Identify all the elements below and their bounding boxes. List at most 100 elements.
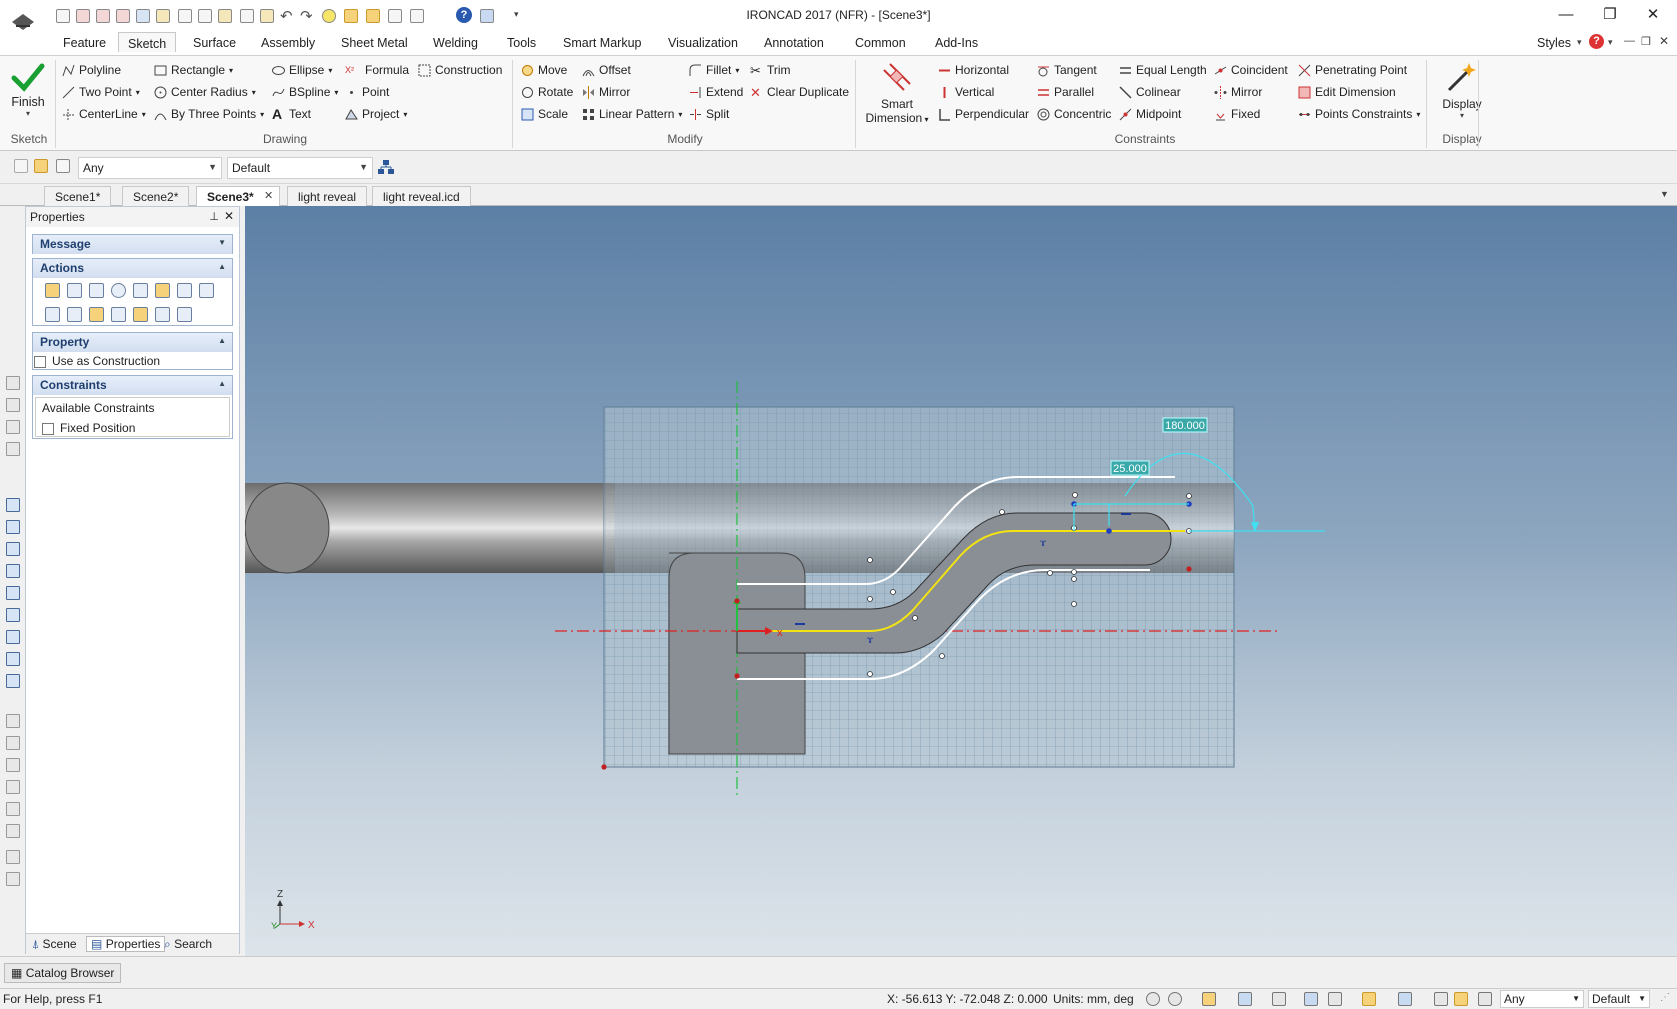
minimize-button[interactable]: — xyxy=(1551,5,1581,25)
use-as-construction-checkbox[interactable] xyxy=(34,355,46,368)
3d-viewport[interactable]: x ɤ ɤ 180.000 25.000 Z Y X xyxy=(245,206,1677,956)
layers-icon[interactable] xyxy=(1398,992,1412,1006)
view-cube-icon[interactable] xyxy=(1238,992,1252,1006)
resize-grip-icon[interactable]: ⋰ xyxy=(1660,992,1670,1003)
split-button[interactable]: Split xyxy=(689,107,729,121)
use-as-construction-row[interactable]: Use as Construction xyxy=(33,352,232,370)
styles-menu[interactable]: Styles xyxy=(1537,35,1571,55)
select-pointer-icon[interactable] xyxy=(34,159,48,173)
styles-dropdown-icon[interactable]: ▾ xyxy=(1577,37,1582,48)
finish-button[interactable]: Finish ▾ xyxy=(8,62,48,126)
tab-surface[interactable]: Surface xyxy=(193,35,236,55)
strip-tool-icon[interactable] xyxy=(6,376,20,390)
move-button[interactable]: Move xyxy=(521,63,567,77)
tab-annotation[interactable]: Annotation xyxy=(764,35,824,55)
strip-tool-icon[interactable] xyxy=(6,802,20,816)
doc-close-icon[interactable]: ✕ xyxy=(1659,34,1669,48)
display-button[interactable]: Display ▾ xyxy=(1434,60,1490,126)
action-split-icon[interactable] xyxy=(177,283,192,298)
render-icon[interactable] xyxy=(1304,992,1318,1006)
tab-search-panel[interactable]: ⌕ Search xyxy=(164,937,212,952)
project-button[interactable]: Project ▾ xyxy=(345,107,407,121)
equal-length-constraint-button[interactable]: Equal Length xyxy=(1119,63,1207,77)
perpendicular-constraint-button[interactable]: Perpendicular xyxy=(938,107,1029,121)
angle-dimension-value[interactable]: 180.000 xyxy=(1165,420,1205,432)
rectangle-button[interactable]: Rectangle ▾ xyxy=(154,63,233,77)
tab-properties-panel[interactable]: ▤ Properties xyxy=(86,936,166,952)
strip-tool-icon[interactable] xyxy=(6,824,20,838)
view-box-icon[interactable] xyxy=(1202,992,1216,1006)
tab-assembly[interactable]: Assembly xyxy=(261,35,315,55)
action-pencil-icon[interactable] xyxy=(45,283,60,298)
strip-tool-icon[interactable] xyxy=(6,420,20,434)
colinear-constraint-button[interactable]: Colinear xyxy=(1119,85,1181,99)
tab-common[interactable]: Common xyxy=(855,35,906,55)
strip-tool-icon[interactable] xyxy=(6,872,20,886)
strip-tool-icon[interactable] xyxy=(6,520,20,534)
status-filter-combo[interactable]: Any ▼ xyxy=(1500,990,1584,1008)
pointer-alt-icon[interactable] xyxy=(1478,992,1492,1006)
penetrating-point-button[interactable]: Penetrating Point xyxy=(1298,63,1407,77)
strip-tool-icon[interactable] xyxy=(6,780,20,794)
zoom-fit-icon[interactable] xyxy=(1146,992,1160,1006)
doc-tab-scene1[interactable]: Scene1* xyxy=(44,186,112,206)
trim-button[interactable]: ✂ Trim xyxy=(750,63,791,77)
ellipse-button[interactable]: Ellipse ▾ xyxy=(272,63,332,77)
offset-button[interactable]: Offset xyxy=(582,63,631,77)
cylinder-end-face[interactable] xyxy=(245,482,330,574)
strip-tool-icon[interactable] xyxy=(6,674,20,688)
strip-tool-icon[interactable] xyxy=(6,714,20,728)
catalog-browser-button[interactable]: ▦ Catalog Browser xyxy=(4,963,122,983)
fixed-position-checkbox[interactable] xyxy=(42,422,54,435)
scene-canvas[interactable]: x ɤ ɤ 180.000 25.000 Z Y X xyxy=(245,206,1677,956)
tangent-glyph[interactable]: ɤ xyxy=(867,635,874,646)
action-extrude-icon[interactable] xyxy=(89,307,104,322)
scale-button[interactable]: Scale xyxy=(521,107,568,121)
constraints-header[interactable]: Constraints ▲ xyxy=(33,376,232,395)
length-dimension-value[interactable]: 25.000 xyxy=(1113,463,1147,475)
strip-tool-icon[interactable] xyxy=(6,758,20,772)
shade-icon[interactable] xyxy=(1362,992,1376,1006)
smart-dimension-button[interactable]: Smart Dimension ▾ xyxy=(862,60,932,126)
style-combo[interactable]: Default ▼ xyxy=(227,157,373,179)
tangent-glyph-2[interactable]: ɤ xyxy=(1040,538,1047,549)
center-radius-button[interactable]: Center Radius ▾ xyxy=(154,85,256,99)
linear-pattern-button[interactable]: Linear Pattern ▾ xyxy=(582,107,682,121)
strip-tool-icon[interactable] xyxy=(6,398,20,412)
action-rotate-icon[interactable] xyxy=(111,283,126,298)
action-box-icon[interactable] xyxy=(89,283,104,298)
rotate-button[interactable]: Rotate xyxy=(521,85,573,99)
action-spin-icon[interactable] xyxy=(133,307,148,322)
action-points-icon[interactable] xyxy=(177,307,192,322)
strip-tool-icon[interactable] xyxy=(6,652,20,666)
select-mode-icon[interactable] xyxy=(1434,992,1448,1006)
tab-smart-markup[interactable]: Smart Markup xyxy=(563,35,642,55)
three-point-arc-button[interactable]: By Three Points ▾ xyxy=(154,107,264,121)
doc-tab-close-icon[interactable]: ✕ xyxy=(264,189,273,202)
horizontal-constraint-button[interactable]: Horizontal xyxy=(938,63,1009,77)
mirror-constraint-button[interactable]: Mirror xyxy=(1214,85,1262,99)
view-orient-icon[interactable] xyxy=(1272,992,1286,1006)
tab-visualization[interactable]: Visualization xyxy=(668,35,738,55)
construction-button[interactable]: Construction xyxy=(418,63,502,77)
doc-tabs-menu-icon[interactable]: ▼ xyxy=(1660,189,1669,199)
midpoint-constraint-button[interactable]: Midpoint xyxy=(1119,107,1181,121)
tangent-constraint-button[interactable]: Tangent xyxy=(1037,63,1097,77)
doc-restore-icon[interactable]: ❐ xyxy=(1641,35,1651,48)
tab-tools[interactable]: Tools xyxy=(507,35,536,55)
hierarchy-icon[interactable] xyxy=(378,159,394,175)
polyline-button[interactable]: Polyline xyxy=(62,63,121,77)
action-car-icon[interactable] xyxy=(111,307,126,322)
strip-tool-icon[interactable] xyxy=(6,850,20,864)
close-button[interactable]: ✕ xyxy=(1638,5,1668,25)
fixed-position-row[interactable]: Fixed Position xyxy=(42,421,135,435)
action-stack-icon[interactable] xyxy=(133,283,148,298)
select-faces-icon[interactable] xyxy=(56,159,70,173)
two-point-line-button[interactable]: Two Point ▾ xyxy=(62,85,140,99)
tab-scene-panel[interactable]: ⍋ Scene xyxy=(32,937,77,952)
fixed-constraint-button[interactable]: Fixed xyxy=(1214,107,1260,121)
tab-sheet-metal[interactable]: Sheet Metal xyxy=(341,35,408,55)
action-pattern-icon[interactable] xyxy=(155,307,170,322)
text-button[interactable]: A Text xyxy=(272,107,311,122)
restore-button[interactable]: ❐ xyxy=(1595,5,1625,25)
